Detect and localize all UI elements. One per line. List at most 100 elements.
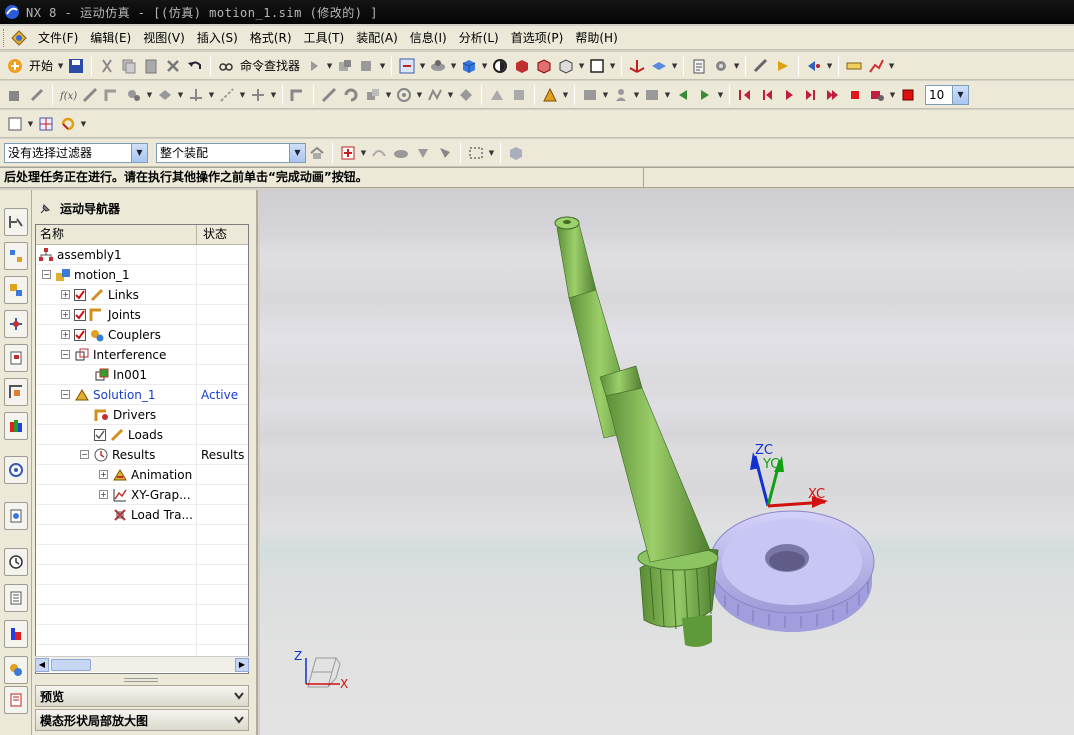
pause-icon[interactable] — [844, 84, 866, 106]
wcs-triad[interactable]: ZC YC XC — [750, 443, 828, 508]
coupler-icon[interactable] — [123, 84, 145, 106]
analysis-tool-icon[interactable] — [539, 84, 561, 106]
step-back-icon[interactable] — [756, 84, 778, 106]
gear-small-icon[interactable] — [710, 55, 732, 77]
curve-rule-icon[interactable] — [368, 142, 390, 164]
assembly-navigator-tab[interactable] — [4, 242, 28, 270]
ruler-icon[interactable] — [843, 55, 865, 77]
selection-filter-icon[interactable] — [306, 142, 328, 164]
visibility-checkbox[interactable] — [74, 308, 86, 321]
start-icon[interactable] — [4, 55, 26, 77]
graph-icon[interactable] — [865, 55, 887, 77]
forward-arrow-icon[interactable] — [694, 84, 716, 106]
cut-icon[interactable] — [96, 55, 118, 77]
nx-app-icon[interactable] — [10, 29, 28, 47]
edge-cube-icon[interactable] — [555, 55, 577, 77]
preview-section[interactable]: 预览 — [35, 685, 249, 707]
toolbar-grip[interactable] — [3, 28, 7, 47]
expand-toggle[interactable]: + — [61, 310, 70, 319]
collapse-toggle[interactable]: − — [61, 390, 70, 399]
shaft-model[interactable] — [554, 216, 711, 563]
start-dropdown[interactable]: ▼ — [56, 55, 65, 77]
tree-row[interactable]: − motion_1 — [36, 264, 248, 285]
trace-icon[interactable] — [424, 84, 446, 106]
step-forward-icon[interactable] — [800, 84, 822, 106]
expand-toggle[interactable]: + — [61, 290, 70, 299]
red-cube-icon[interactable] — [511, 55, 533, 77]
animation-play-icon[interactable] — [772, 55, 794, 77]
constraint-navigator-tab[interactable] — [4, 276, 28, 304]
layout-icon[interactable] — [35, 113, 57, 135]
first-frame-icon[interactable] — [734, 84, 756, 106]
component-select-icon[interactable] — [505, 142, 527, 164]
window-frame-icon[interactable] — [4, 113, 26, 135]
modal-shape-section[interactable]: 模态形状局部放大图 — [35, 709, 249, 731]
scroll-thumb[interactable] — [51, 658, 91, 671]
gear-model[interactable] — [709, 510, 875, 632]
frame-count-select[interactable]: 10 ▼ — [925, 84, 969, 105]
tree-row[interactable]: assembly1 — [36, 244, 248, 265]
link-icon[interactable] — [26, 84, 48, 106]
expand-toggle[interactable]: + — [99, 490, 108, 499]
horizontal-scrollbar[interactable]: ◀ ▶ — [35, 656, 249, 672]
last-frame-icon[interactable] — [822, 84, 844, 106]
play-arrow-icon[interactable] — [303, 55, 325, 77]
menu-help[interactable]: 帮助(H) — [569, 27, 623, 49]
tree-row[interactable]: + Couplers — [36, 324, 248, 345]
menu-format[interactable]: 格式(R) — [244, 27, 298, 49]
roles-tab[interactable] — [4, 584, 28, 612]
tree-row[interactable]: + Joints — [36, 304, 248, 325]
connector-icon[interactable] — [154, 84, 176, 106]
back-arrow-icon[interactable] — [672, 84, 694, 106]
tree-row[interactable]: Load Tra... — [36, 504, 248, 525]
scroll-right-icon[interactable]: ▶ — [235, 657, 249, 672]
play-icon[interactable] — [778, 84, 800, 106]
tree-row[interactable]: − Interference — [36, 344, 248, 365]
menu-edit[interactable]: 编辑(E) — [84, 27, 137, 49]
chevron-down-icon[interactable]: ▼ — [289, 143, 305, 162]
tree-row[interactable]: − Solution_1 Active — [36, 384, 248, 405]
record-icon[interactable] — [866, 84, 888, 106]
rectangle-select-icon[interactable] — [465, 142, 487, 164]
process-studio-tab[interactable] — [4, 656, 28, 684]
motion-solve-icon[interactable] — [803, 55, 825, 77]
driver-icon[interactable] — [287, 84, 309, 106]
menu-assemblies[interactable]: 装配(A) — [350, 27, 404, 49]
selection-icon[interactable] — [334, 55, 356, 77]
result-tool-icon[interactable] — [579, 84, 601, 106]
menu-preferences[interactable]: 首选项(P) — [505, 27, 570, 49]
system-materials-tab[interactable] — [4, 620, 28, 648]
constraint-icon[interactable] — [393, 84, 415, 106]
menu-analysis[interactable]: 分析(L) — [453, 27, 505, 49]
menu-information[interactable]: 信息(I) — [404, 27, 453, 49]
command-finder-icon[interactable] — [215, 55, 237, 77]
edit-object-icon[interactable] — [356, 55, 378, 77]
wcs-icon[interactable] — [626, 55, 648, 77]
measure-tool-icon[interactable] — [508, 84, 530, 106]
tree-row[interactable]: Loads — [36, 424, 248, 445]
person-tool-icon[interactable] — [610, 84, 632, 106]
graph-tool-icon[interactable] — [641, 84, 663, 106]
expand-toggle[interactable]: + — [99, 470, 108, 479]
command-finder-button[interactable]: 命令查找器 — [237, 55, 303, 77]
torque-icon[interactable] — [340, 84, 362, 106]
reuse-library-tab[interactable] — [4, 344, 28, 372]
selection-scope-select[interactable]: 整个装配 ▼ — [156, 142, 306, 163]
visibility-checkbox[interactable] — [94, 428, 106, 441]
chevron-down-icon[interactable]: ▼ — [131, 143, 147, 162]
force-icon[interactable] — [318, 84, 340, 106]
tree-row[interactable]: + Links — [36, 284, 248, 305]
chevron-down-icon[interactable] — [230, 711, 248, 729]
visibility-checkbox[interactable] — [74, 288, 86, 301]
tree-row[interactable]: − Results Results — [36, 444, 248, 465]
clock-tab[interactable] — [4, 548, 28, 576]
clipboard-icon[interactable] — [688, 55, 710, 77]
menu-file[interactable]: 文件(F) — [32, 27, 84, 49]
face-rule-icon[interactable] — [390, 142, 412, 164]
point-icon[interactable] — [247, 84, 269, 106]
motion-navigator-tab[interactable] — [4, 208, 28, 236]
pin-icon[interactable] — [38, 202, 52, 216]
function-icon[interactable]: f(x) — [57, 84, 79, 106]
paste-icon[interactable] — [140, 55, 162, 77]
column-header-state[interactable]: 状态 — [197, 225, 248, 244]
